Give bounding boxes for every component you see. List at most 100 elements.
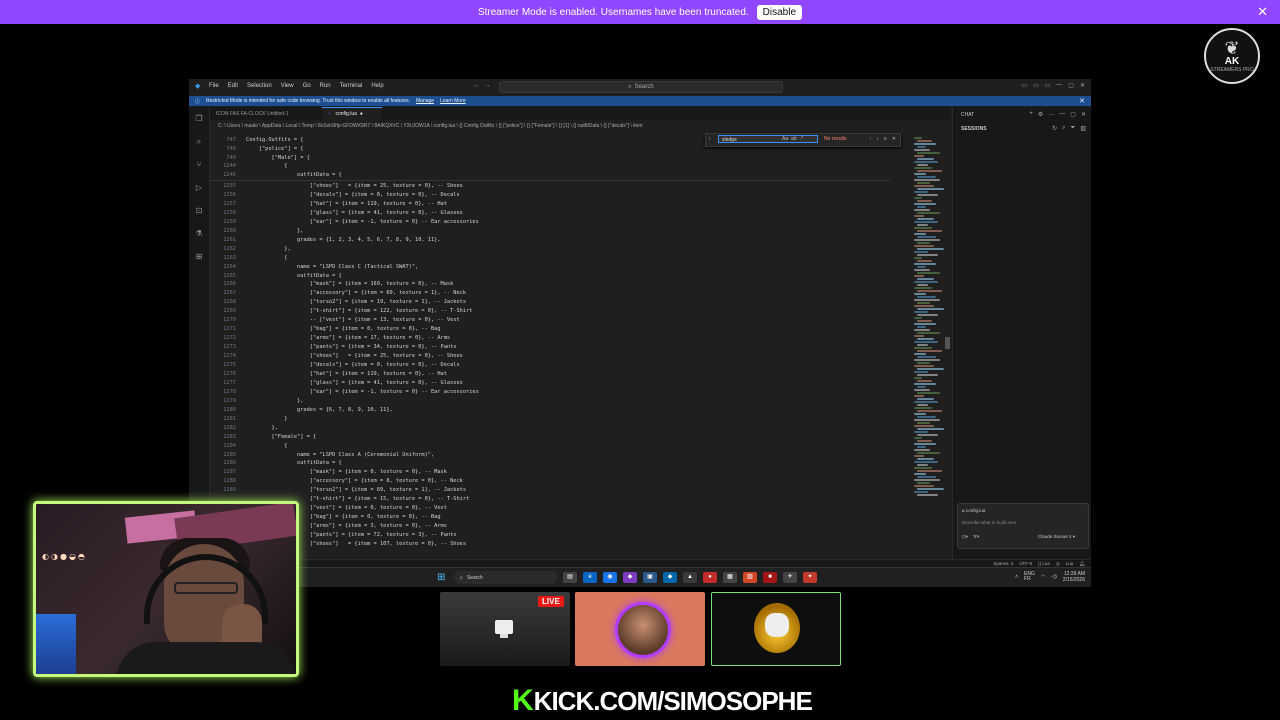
menu-item-file[interactable]: File (209, 83, 219, 89)
minimap-line (917, 368, 944, 370)
tab-untitled[interactable]: ICON FAS FA-CLOCK Untitled-1 (210, 107, 322, 120)
line-text: outfitData = { (246, 272, 342, 279)
edge-icon[interactable]: e (583, 572, 597, 583)
minimap-line (917, 410, 942, 412)
filter-icon[interactable]: ⏷ (1071, 125, 1076, 132)
app-icon[interactable]: ◆ (623, 572, 637, 583)
menu-item-terminal[interactable]: Terminal (340, 83, 363, 89)
line-text: ["glass"] = {item = 41, texture = 0}, --… (246, 379, 463, 386)
guest-cam-3[interactable] (711, 592, 841, 666)
app-icon[interactable]: ■ (763, 572, 777, 583)
context-chip[interactable]: ⌀ config.lua (962, 508, 985, 514)
more-icon[interactable]: … (1048, 111, 1054, 118)
minimap-line (914, 221, 938, 223)
guest-avatar (754, 603, 800, 653)
close-icon[interactable]: ✕ (892, 136, 896, 142)
app-icon[interactable]: ● (703, 572, 717, 583)
close-icon[interactable]: ✕ (1081, 111, 1086, 118)
chrome-icon[interactable]: ◉ (603, 572, 617, 583)
app-icon[interactable]: ▣ (643, 572, 657, 583)
sessions-header[interactable]: SESSIONS (961, 126, 987, 132)
taskbar-search[interactable]: ⌕ Search (454, 571, 557, 584)
menu-item-selection[interactable]: Selection (247, 83, 272, 89)
language-indicator[interactable]: ENG FR (1024, 572, 1035, 582)
app-icon[interactable]: ▦ (723, 572, 737, 583)
scrollbar-thumb[interactable] (945, 337, 950, 349)
close-icon[interactable]: ✕ (1257, 4, 1268, 20)
new-chat-icon[interactable]: + (1029, 111, 1033, 118)
find-in-selection-icon[interactable]: ≡ (884, 136, 887, 142)
nav-arrows-icon[interactable]: ← → (473, 82, 491, 89)
chat-placeholder[interactable]: Describe what to build next (962, 520, 1016, 525)
menu-item-help[interactable]: Help (371, 83, 383, 89)
source-control-icon[interactable]: ⑂ (189, 153, 209, 176)
breadcrumb[interactable]: C: \ Users \ maalo \ AppData \ Local \ T… (218, 123, 643, 129)
code-view[interactable]: 1255 ["shoes"] = {item = 25, texture = 0… (210, 136, 910, 587)
explorer-icon[interactable]: ❐ (189, 107, 209, 130)
minimap[interactable] (914, 136, 944, 556)
tray-chevron-icon[interactable]: ˄ (1015, 574, 1018, 580)
unsaved-dot-icon[interactable]: ● (360, 111, 363, 117)
menu-item-run[interactable]: Run (320, 83, 331, 89)
settings-icon[interactable]: ⚙ (1038, 111, 1043, 118)
guest-cam-1[interactable]: LIVE (440, 592, 570, 666)
run-debug-icon[interactable]: ▷ (189, 176, 209, 199)
menu-item-view[interactable]: View (281, 83, 294, 89)
disable-button[interactable]: Disable (756, 4, 803, 20)
file-explorer-icon[interactable]: ▤ (563, 572, 577, 583)
search-icon[interactable]: ⌕ (189, 130, 209, 153)
clock[interactable]: 12:39 AM 2/15/2026 (1063, 571, 1085, 583)
testing-icon[interactable]: ⚗ (189, 222, 209, 245)
vscode-taskbar-icon[interactable]: ◆ (663, 572, 677, 583)
layout-icon[interactable]: ▭ (1033, 82, 1039, 89)
app-icon[interactable]: ▧ (743, 572, 757, 583)
minimize-icon[interactable]: — (1056, 82, 1062, 89)
learn-more-link[interactable]: Learn More (440, 98, 466, 104)
minimap-line (917, 284, 928, 286)
whole-word-toggle[interactable]: ab (791, 136, 797, 142)
minimap-line (914, 137, 922, 139)
app-icon[interactable]: ✦ (803, 572, 817, 583)
wifi-icon[interactable]: ◠ (1041, 574, 1045, 580)
minimap-line (914, 365, 934, 367)
minimap-line (914, 287, 932, 289)
model-picker[interactable]: Claude Sonnet 4 ▾ (1038, 534, 1075, 540)
command-center-search[interactable]: ⌕ Search (499, 81, 783, 93)
previous-match-icon[interactable]: ↑ (869, 136, 872, 142)
guest-cam-2[interactable] (575, 592, 705, 666)
chat-input-box[interactable]: ⌀ config.lua Describe what to build next… (957, 503, 1089, 549)
minimap-line (914, 167, 932, 169)
menu-item-go[interactable]: Go (303, 83, 311, 89)
tab-config-lua[interactable]: ☾ config.lua ● (322, 107, 382, 120)
manage-link[interactable]: Manage (416, 98, 434, 104)
minimize-icon[interactable]: — (1059, 111, 1065, 118)
regex-toggle[interactable]: .* (800, 136, 803, 142)
attach-icon[interactable]: ⌀ (962, 508, 965, 513)
minimap-line (917, 158, 934, 160)
line-number: 1289 (223, 487, 236, 494)
maximize-icon[interactable]: ▢ (1068, 82, 1074, 89)
windows-start-icon[interactable]: ⊞ (437, 572, 448, 583)
extensions-icon[interactable]: ⊞ (189, 245, 209, 268)
remote-icon[interactable]: ⊡ (189, 199, 209, 222)
line-number: 1285 (223, 451, 236, 458)
close-window-icon[interactable]: ✕ (1080, 82, 1085, 89)
refresh-icon[interactable]: ↻ (1052, 125, 1057, 132)
tools-icon[interactable]: ⚒▾ (973, 534, 979, 540)
volume-icon[interactable]: ◁) (1051, 574, 1057, 580)
match-case-toggle[interactable]: Aa (782, 136, 788, 142)
app-icon[interactable]: ✈ (783, 572, 797, 583)
split-icon[interactable]: ▥ (1080, 125, 1086, 132)
next-match-icon[interactable]: ↓ (876, 136, 879, 142)
search-icon[interactable]: ⌕ (1062, 125, 1065, 132)
layout-icon[interactable]: ▭ (1021, 82, 1027, 89)
minimap-line (914, 311, 928, 313)
app-icon[interactable]: ▲ (683, 572, 697, 583)
chat-panel: CHAT + ⚙ … — ▢ ✕ SESSIONS ↻ ⌕ ⏷ ▥ ⌀ conf… (952, 107, 1091, 559)
layout-icon[interactable]: ▭ (1045, 82, 1051, 89)
maximize-icon[interactable]: ▢ (1070, 111, 1076, 118)
chevron-right-icon[interactable]: › (709, 136, 711, 142)
mode-picker-icon[interactable]: ⊡▾ (962, 534, 968, 540)
menu-item-edit[interactable]: Edit (228, 83, 238, 89)
close-icon[interactable]: ✕ (1079, 97, 1085, 105)
